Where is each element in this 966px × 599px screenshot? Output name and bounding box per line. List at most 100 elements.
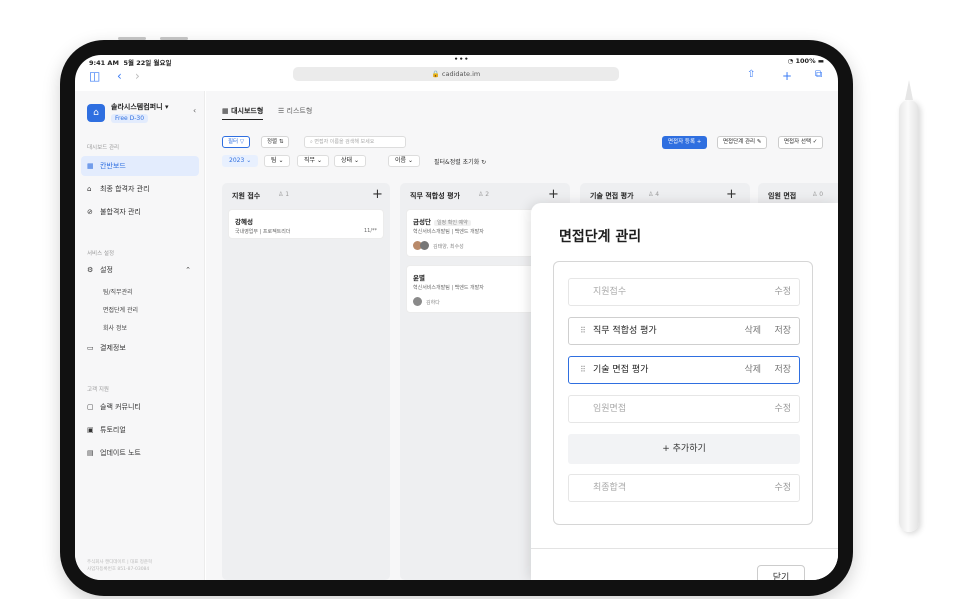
avatar (413, 297, 422, 306)
section-title: 서비스 설정 (87, 251, 115, 257)
sidebar-item-updates[interactable]: ▤ 업데이트 노트 (81, 443, 199, 463)
year-dropdown[interactable]: 2023 ⌄ (222, 155, 259, 167)
edit-button[interactable]: 수정 (774, 279, 791, 305)
back-icon[interactable]: ‹ (117, 69, 122, 83)
address-bar[interactable]: 🔒 cadidate.im (293, 67, 619, 81)
kanban-icon: ▦ (87, 162, 94, 170)
sort-button[interactable]: 정렬 ⇅ (261, 136, 290, 148)
edit-button[interactable]: 수정 (774, 475, 791, 501)
interviewer-names: 김태양, 최수성 (433, 244, 464, 250)
candidate-date: 11/** (364, 228, 378, 234)
select-candidate-button[interactable]: 면접자 선택 ✓ (778, 136, 824, 149)
stage-row[interactable]: ⠿ 기술 면접 평가 삭제 저장 (568, 356, 800, 384)
company-name[interactable]: 솔라시스템컴퍼니 ▾ (111, 102, 168, 112)
gear-icon: ⚙ (87, 266, 94, 274)
tab-list[interactable]: ☰ 리스트형 (278, 106, 312, 116)
candidate-dept: 혁신서비스개발팀 | 백엔드 개발자 (413, 285, 484, 291)
apple-pencil (899, 80, 919, 532)
column-title: 기술 면접 평가 (590, 192, 634, 200)
status-time: 9:41 AM 5월 22일 월요일 (89, 59, 172, 67)
stage-row[interactable]: 지원접수 수정 (568, 278, 800, 306)
panel-title: 면접단계 관리 (559, 229, 642, 245)
column-count: ♙ 4 (648, 191, 660, 198)
column-title: 직무 적합성 평가 (410, 192, 460, 200)
divider (531, 548, 838, 549)
briefcase-icon: ⌂ (87, 185, 92, 193)
card-icon: ▭ (87, 344, 94, 352)
status-dropdown[interactable]: 상태 ⌄ (334, 155, 366, 167)
drag-handle-icon[interactable]: ⠿ (580, 357, 586, 383)
share-icon[interactable]: ⇧ (747, 69, 755, 80)
tab-dashboard[interactable]: ▦ 대시보드형 (222, 106, 264, 120)
chevron-up-icon: ⌃ (185, 266, 191, 274)
sidebar-item-tutorial[interactable]: ▣ 튜토리얼 (81, 420, 199, 440)
add-card-icon[interactable]: + (372, 187, 383, 202)
delete-button[interactable]: 삭제 (744, 357, 761, 383)
stage-manage-button[interactable]: 면접단계 관리 ✎ (717, 136, 768, 149)
collapse-sidebar-icon[interactable]: ‹ (193, 106, 196, 115)
tabs-icon[interactable]: ⧉ (815, 69, 822, 80)
browser-toolbar: ◫ ‹ › 🔒 cadidate.im ⇧ + ⧉ (75, 67, 838, 91)
drag-handle-icon[interactable]: ⠿ (580, 318, 586, 344)
column-count: ♙ 0 (812, 191, 824, 198)
section-title: 고객 지원 (87, 387, 109, 393)
forward-icon[interactable]: › (135, 69, 140, 83)
add-stage-button[interactable]: + 추가하기 (568, 434, 800, 464)
candidate-name: 윤별 (413, 274, 425, 282)
stage-manage-panel: 면접단계 관리 지원접수 수정 ⠿ 직무 적합성 평가 삭제 저장 ⠿ 기술 면… (531, 203, 838, 580)
sidebar-item-kanban[interactable]: ▦ 칸반보드 (81, 156, 199, 176)
save-button[interactable]: 저장 (774, 357, 791, 383)
interviewer-names: 김하다 (426, 300, 440, 306)
edit-button[interactable]: 수정 (774, 396, 791, 422)
stage: 9:41 AM 5월 22일 월요일 ••• ◔ 100% ▬ ◫ ‹ › 🔒 … (0, 0, 966, 599)
sidebar-subitem-team[interactable]: 팀/직무관리 (103, 287, 133, 296)
filter-button[interactable]: 필터 ▽ (222, 136, 251, 148)
column-title: 임원 면접 (768, 192, 797, 200)
sidebar-item-settings[interactable]: ⚙ 설정 ⌃ (81, 260, 199, 280)
candidate-name: 강혜성 (235, 218, 253, 226)
stage-label: 최종합격 (593, 483, 627, 493)
sidebar-item-rejected[interactable]: ⊘ 불합격자 관리 (81, 202, 199, 222)
kanban-column: 지원 접수 ♙ 1 + 강혜성 국내영업부 | 프로젝트리더 11/** (222, 183, 390, 580)
column-count: ♙ 2 (478, 191, 490, 198)
job-dropdown[interactable]: 직무 ⌄ (297, 155, 329, 167)
add-candidate-button[interactable]: 면접자 등록 + (662, 136, 708, 149)
add-card-icon[interactable]: + (726, 187, 737, 202)
search-input[interactable]: ⌕ 면접자 이름을 검색해 보세요 (304, 136, 406, 148)
column-title: 지원 접수 (232, 192, 261, 200)
candidate-dept: 국내영업부 | 프로젝트리더 (235, 229, 291, 235)
sidebar-subitem-company[interactable]: 회사 정보 (103, 323, 127, 332)
add-card-icon[interactable]: + (548, 187, 559, 202)
stage-label: 지원접수 (593, 287, 627, 297)
candidate-name: 금성단 일정 확인 예약 (413, 216, 471, 226)
candidate-card[interactable]: 강혜성 국내영업부 | 프로젝트리더 11/** (228, 209, 384, 239)
notes-icon: ▤ (87, 449, 94, 457)
status-battery: ◔ 100% ▬ (787, 57, 824, 65)
avatar (420, 241, 429, 250)
ipad-screen: 9:41 AM 5월 22일 월요일 ••• ◔ 100% ▬ ◫ ‹ › 🔒 … (75, 55, 838, 580)
stage-row[interactable]: 최종합격 수정 (568, 474, 800, 502)
team-dropdown[interactable]: 팀 ⌄ (264, 155, 291, 167)
sidebar-subitem-stages[interactable]: 면접단계 관리 (103, 305, 138, 314)
sidebar-item-slack[interactable]: ▢ 슬랙 커뮤니티 (81, 397, 199, 417)
sidebar-footer: 주식회사 캔디데이트 | 대표 정준혁 사업자등록번호 851-87-03084 (87, 560, 153, 572)
plan-badge: Free D-30 (111, 114, 149, 123)
sidebar-item-final-pass[interactable]: ⌂ 최종 합격자 관리 (81, 179, 199, 199)
sidebar-icon[interactable]: ◫ (89, 69, 100, 83)
status-bar: 9:41 AM 5월 22일 월요일 ••• ◔ 100% ▬ (75, 55, 838, 67)
close-button[interactable]: 닫기 (757, 565, 805, 580)
save-button[interactable]: 저장 (774, 318, 791, 344)
schedule-tag: 일정 확인 예약 (433, 220, 471, 226)
reset-filter-button[interactable]: 필터&정렬 초기화 ↻ (434, 157, 486, 166)
stage-label: 기술 면접 평가 (593, 365, 649, 375)
delete-button[interactable]: 삭제 (744, 318, 761, 344)
section-title: 대시보드 관리 (87, 145, 120, 151)
multitask-dots-icon[interactable]: ••• (454, 55, 469, 63)
video-icon: ▣ (87, 426, 94, 434)
new-tab-icon[interactable]: + (782, 69, 792, 83)
sidebar-item-billing[interactable]: ▭ 결제정보 (81, 338, 199, 358)
candidate-dept: 혁신서비스개발팀 | 백엔드 개발자 (413, 229, 484, 235)
name-dropdown[interactable]: 이름 ⌄ (388, 155, 420, 167)
stage-row[interactable]: 임원면접 수정 (568, 395, 800, 423)
stage-row[interactable]: ⠿ 직무 적합성 평가 삭제 저장 (568, 317, 800, 345)
